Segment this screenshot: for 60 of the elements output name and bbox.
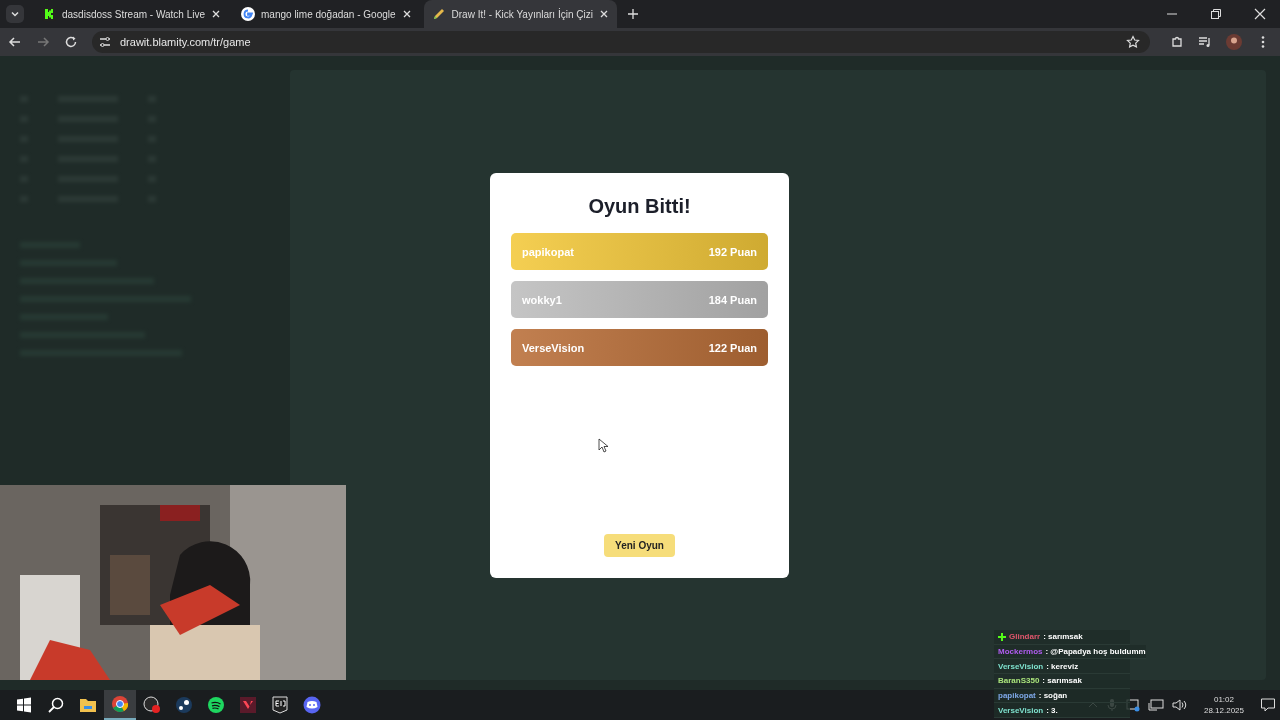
player-name: VerseVision xyxy=(522,341,585,354)
close-icon[interactable] xyxy=(211,9,222,19)
back-icon[interactable] xyxy=(8,35,22,49)
restore-icon[interactable] xyxy=(1210,8,1222,20)
new-game-button[interactable]: Yeni Oyun xyxy=(604,534,675,557)
folder-icon xyxy=(79,697,97,713)
epic-games-icon xyxy=(272,696,288,714)
close-icon[interactable] xyxy=(1254,8,1266,20)
chat-message: : @Papadya hoş buldumm xyxy=(1045,646,1146,656)
player-score: 192 Puan xyxy=(708,245,757,258)
browser-tab[interactable]: dasdisdoss Stream - Watch Live xyxy=(34,0,230,28)
pencil-icon xyxy=(431,7,446,21)
media-control-icon[interactable] xyxy=(1198,35,1212,49)
volume-icon[interactable] xyxy=(1171,698,1188,712)
search-icon[interactable] xyxy=(48,697,64,713)
close-icon[interactable] xyxy=(598,9,609,19)
chat-message: : 3. xyxy=(1046,705,1058,715)
chat-message: : sarımsak xyxy=(1042,676,1082,686)
player-name: papikopat xyxy=(522,245,574,258)
address-bar[interactable]: drawit.blamity.com/tr/game xyxy=(92,31,1150,53)
valorant-icon xyxy=(239,696,257,714)
player-name: wokky1 xyxy=(522,293,562,306)
player-score: 184 Puan xyxy=(708,293,757,306)
spotify-icon xyxy=(207,696,225,714)
kick-icon xyxy=(42,7,56,21)
tab-search-button[interactable] xyxy=(6,5,24,23)
chat-username: BaranS350 xyxy=(998,676,1040,686)
google-icon xyxy=(241,7,256,21)
star-icon[interactable] xyxy=(1126,35,1140,49)
chat-username: Glindarr xyxy=(1009,632,1041,642)
taskbar-app[interactable] xyxy=(104,690,136,720)
chat-username: Mockermos xyxy=(998,646,1043,656)
forward-icon[interactable] xyxy=(36,35,50,49)
player-score: 122 Puan xyxy=(708,341,757,354)
close-icon[interactable] xyxy=(401,9,412,19)
discord-icon xyxy=(303,696,321,714)
notification-icon[interactable] xyxy=(1260,697,1276,713)
chat-username: VerseVision xyxy=(998,661,1044,671)
chat-message: : sarımsak xyxy=(1043,632,1083,642)
dialog-title: Oyun Bitti! xyxy=(588,195,691,218)
steam-icon xyxy=(175,696,193,714)
new-tab-icon[interactable] xyxy=(626,8,639,20)
site-settings-icon[interactable] xyxy=(98,35,112,49)
profile-avatar-icon[interactable] xyxy=(1226,34,1242,50)
windows-start-icon[interactable] xyxy=(16,697,32,713)
chat-message: : kereviz xyxy=(1046,661,1079,671)
obs-icon xyxy=(143,696,161,714)
extensions-icon[interactable] xyxy=(1170,35,1184,49)
chat-username: VerseVision xyxy=(998,705,1044,715)
browser-tab[interactable]: Draw It! - Kick Yayınları İçin Çizi xyxy=(423,0,617,28)
network-icon[interactable] xyxy=(1147,698,1164,712)
chevron-down-icon xyxy=(10,9,20,19)
chrome-icon xyxy=(111,695,129,713)
chat-message: : soğan xyxy=(1038,690,1068,700)
reload-icon[interactable] xyxy=(64,35,78,49)
url-text: drawit.blamity.com/tr/game xyxy=(120,36,251,48)
clock[interactable]: 01:02 28.12.2025 xyxy=(1203,694,1244,716)
mouse-pointer-icon xyxy=(598,438,608,453)
chat-username: papikopat xyxy=(998,690,1036,700)
browser-tab[interactable]: mango lime doğadan - Google xyxy=(233,0,420,28)
